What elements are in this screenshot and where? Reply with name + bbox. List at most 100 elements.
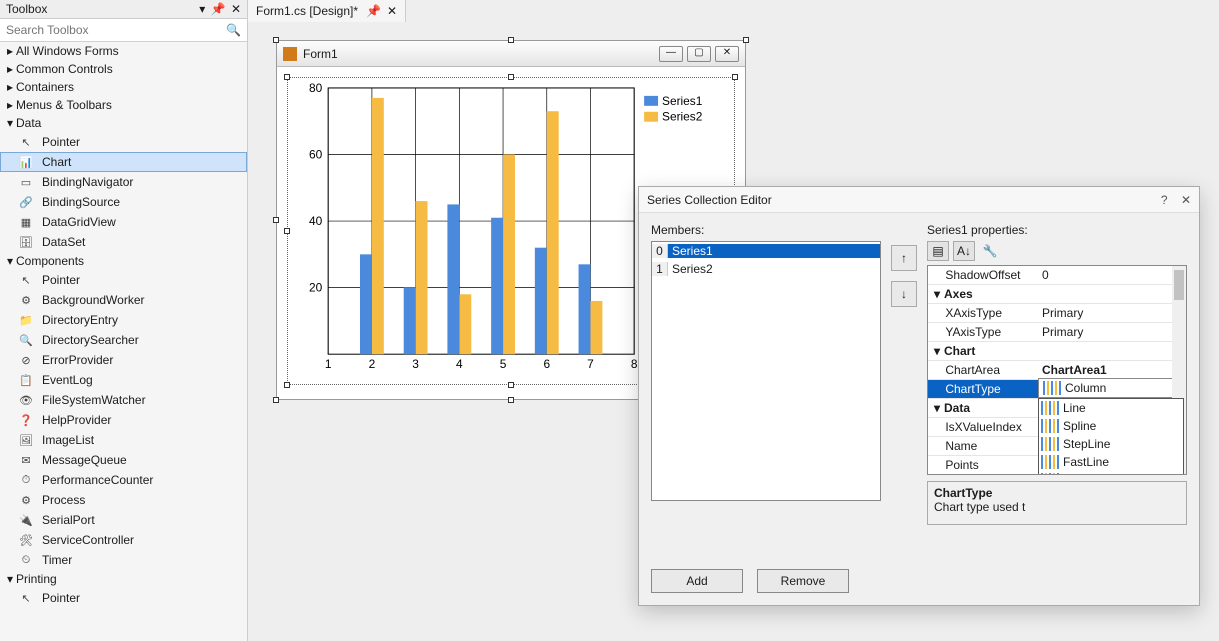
serial-icon: 🔌 [18, 512, 34, 528]
toolbox-item-process[interactable]: ⚙Process [0, 490, 247, 510]
bgworker-icon: ⚙ [18, 292, 34, 308]
svg-text:Series1: Series1 [662, 94, 703, 108]
charttype-dropdown[interactable]: Column ▾ [1038, 378, 1186, 398]
svg-text:20: 20 [309, 281, 323, 295]
toolbox-item-pointer[interactable]: ↖Pointer [0, 132, 247, 152]
pointer-icon: ↖ [18, 272, 34, 288]
toolbox-item-dataset[interactable]: 🗄DataSet [0, 232, 247, 252]
toolbox-category[interactable]: ▾Data [0, 114, 247, 132]
bindsrc-icon: 🔗 [18, 194, 34, 210]
propgrid-alpha-icon[interactable]: A↓ [953, 241, 975, 261]
form-icon [283, 47, 297, 61]
toolbox-title: Toolbox [6, 2, 47, 16]
toolbox-category[interactable]: ▸Menus & Toolbars [0, 96, 247, 114]
members-listbox[interactable]: 0Series11Series2 [651, 241, 881, 501]
svg-text:1: 1 [325, 357, 332, 371]
svg-text:2: 2 [369, 357, 376, 371]
member-row[interactable]: 0Series1 [652, 242, 880, 260]
toolbox-item-helpprovider[interactable]: ❓HelpProvider [0, 410, 247, 430]
svg-text:8: 8 [631, 357, 638, 371]
toolbox-item-pointer[interactable]: ↖Pointer [0, 588, 247, 608]
minimize-button[interactable]: — [659, 46, 683, 62]
toolbox-item-bindingnavigator[interactable]: ▭BindingNavigator [0, 172, 247, 192]
charttype-option-spline[interactable]: Spline [1039, 417, 1183, 435]
toolbox-item-eventlog[interactable]: 📋EventLog [0, 370, 247, 390]
process-icon: ⚙ [18, 492, 34, 508]
toolbox-item-filesystemwatcher[interactable]: 👁FileSystemWatcher [0, 390, 247, 410]
toolbox-search-input[interactable] [0, 19, 247, 41]
bindnav-icon: ▭ [18, 174, 34, 190]
direntry-icon: 📁 [18, 312, 34, 328]
toolbox-item-imagelist[interactable]: 🖼ImageList [0, 430, 247, 450]
eventlog-icon: 📋 [18, 372, 34, 388]
fsw-icon: 👁 [18, 392, 34, 408]
remove-button[interactable]: Remove [757, 569, 849, 593]
pointer-icon: ↖ [18, 134, 34, 150]
toolbox-panel: Toolbox ▾ 📌 ✕ 🔍 ▸All Windows Forms▸Commo… [0, 0, 248, 641]
toolbox-item-errorprovider[interactable]: ⊘ErrorProvider [0, 350, 247, 370]
member-row[interactable]: 1Series2 [652, 260, 880, 278]
svg-text:4: 4 [456, 357, 463, 371]
toolbox-close-icon[interactable]: ✕ [231, 2, 241, 16]
toolbox-item-chart[interactable]: 📊Chart [0, 152, 247, 172]
perf-icon: ⏱ [18, 472, 34, 488]
toolbox-item-servicecontroller[interactable]: 🛠ServiceController [0, 530, 247, 550]
toolbox-item-backgroundworker[interactable]: ⚙BackgroundWorker [0, 290, 247, 310]
document-tab[interactable]: Form1.cs [Design]* 📌 ✕ [248, 0, 406, 22]
tab-pin-icon[interactable]: 📌 [366, 4, 381, 18]
charttype-option-stepline[interactable]: StepLine [1039, 435, 1183, 453]
chart-icon: 📊 [18, 154, 34, 170]
propgrid-wrench-icon[interactable]: 🔧 [979, 241, 1001, 261]
close-button[interactable]: ✕ [715, 46, 739, 62]
charttype-option-fastline[interactable]: FastLine [1039, 453, 1183, 471]
property-description: ChartType Chart type used t [927, 481, 1187, 525]
svg-text:80: 80 [309, 81, 323, 95]
toolbox-search[interactable]: 🔍 [0, 19, 247, 42]
toolbox-item-serialport[interactable]: 🔌SerialPort [0, 510, 247, 530]
svc-icon: 🛠 [18, 532, 34, 548]
charttype-option-line[interactable]: Line [1039, 399, 1183, 417]
member-up-button[interactable]: ↑ [891, 245, 917, 271]
toolbox-category[interactable]: ▸Containers [0, 78, 247, 96]
toolbox-category[interactable]: ▸Common Controls [0, 60, 247, 78]
toolbox-category[interactable]: ▾Components [0, 252, 247, 270]
svg-text:3: 3 [412, 357, 419, 371]
toolbox-item-pointer[interactable]: ↖Pointer [0, 270, 247, 290]
tab-label: Form1.cs [Design]* [256, 4, 358, 18]
propgrid-categorized-icon[interactable]: ▤ [927, 241, 949, 261]
toolbox-item-directorysearcher[interactable]: 🔍DirectorySearcher [0, 330, 247, 350]
error-icon: ⊘ [18, 352, 34, 368]
charttype-options[interactable]: LineSplineStepLineFastLineBarStackedBarS… [1038, 398, 1184, 475]
search-icon: 🔍 [226, 23, 241, 37]
svg-text:Series2: Series2 [662, 110, 703, 124]
toolbox-item-datagridview[interactable]: ▦DataGridView [0, 212, 247, 232]
toolbox-dropdown-icon[interactable]: ▾ [199, 2, 205, 16]
members-label: Members: [651, 223, 881, 237]
property-grid[interactable]: ShadowOffset0▾Axes XAxisTypePrimary YAxi… [927, 265, 1187, 475]
toolbox-category[interactable]: ▸All Windows Forms [0, 42, 247, 60]
form-title: Form1 [303, 47, 338, 61]
svg-text:5: 5 [500, 357, 507, 371]
toolbox-item-messagequeue[interactable]: ✉MessageQueue [0, 450, 247, 470]
timer-icon: ⏲ [18, 552, 34, 568]
tab-close-icon[interactable]: ✕ [387, 4, 397, 18]
desc-text: Chart type used t [934, 500, 1180, 514]
dialog-help-icon[interactable]: ? [1161, 193, 1168, 207]
maximize-button[interactable]: ▢ [687, 46, 711, 62]
svg-text:7: 7 [587, 357, 594, 371]
toolbox-item-timer[interactable]: ⏲Timer [0, 550, 247, 570]
dataset-icon: 🗄 [18, 234, 34, 250]
series-collection-editor: Series Collection Editor ? ✕ Members: 0S… [638, 186, 1200, 606]
toolbox-item-directoryentry[interactable]: 📁DirectoryEntry [0, 310, 247, 330]
svg-text:40: 40 [309, 214, 323, 228]
dialog-title: Series Collection Editor [647, 193, 772, 207]
propgrid-scrollbar[interactable] [1174, 270, 1184, 300]
toolbox-item-performancecounter[interactable]: ⏱PerformanceCounter [0, 470, 247, 490]
add-button[interactable]: Add [651, 569, 743, 593]
toolbox-category[interactable]: ▾Printing [0, 570, 247, 588]
dialog-close-icon[interactable]: ✕ [1181, 193, 1191, 207]
toolbox-item-bindingsource[interactable]: 🔗BindingSource [0, 192, 247, 212]
member-down-button[interactable]: ↓ [891, 281, 917, 307]
toolbox-pin-icon[interactable]: 📌 [211, 2, 226, 16]
dirsearch-icon: 🔍 [18, 332, 34, 348]
